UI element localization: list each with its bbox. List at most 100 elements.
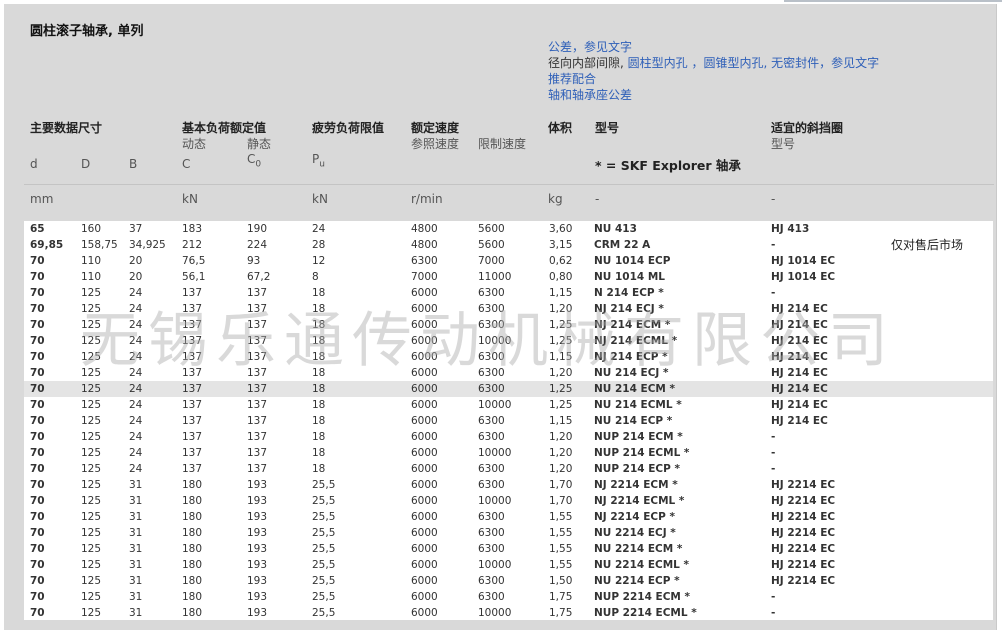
cell-ring: - [771,287,776,299]
cell-d: 70 [30,463,45,475]
cell-B: 24 [129,383,143,395]
cell-designation[interactable]: NU 2214 ECP * [594,573,680,589]
table-row[interactable]: 70 125 24 137 137 18 6000 6300 1,20 NUP 214 ECP *… [24,461,993,477]
table-row[interactable]: 65 160 37 183 190 24 4800 5600 3,60 NU 413 HJ 413 [24,221,993,237]
header-B: B [129,157,138,171]
cell-mass: 1,55 [549,527,573,539]
cell-note: 仅对售后市场 [891,238,964,252]
cell-D: 125 [81,319,102,331]
cell-d: 70 [30,383,45,395]
table-row[interactable]: 70 110 20 56,1 67,2 8 7000 11000 0,80 NU 1014 ML H… [24,269,993,285]
cell-mass: 0,62 [549,255,573,267]
cell-D: 125 [81,415,102,427]
table-row[interactable]: 70 125 24 137 137 18 6000 6300 1,25 NJ 214 ECM * H… [24,317,993,333]
cell-designation[interactable]: NU 2214 ECM * [594,541,682,557]
cell-designation[interactable]: NUP 214 ECP * [594,461,680,477]
cell-designation[interactable]: NUP 2214 ECM * [594,589,690,605]
cell-designation[interactable]: NU 1014 ML [594,269,665,285]
table-row[interactable]: 70 125 24 137 137 18 6000 6300 1,20 NUP 214 ECM *… [24,429,993,445]
tolerance-rest: ，参见文字 [572,40,633,54]
cell-designation[interactable]: NJ 2214 ECP * [594,509,675,525]
table-row[interactable]: 70 125 31 180 193 25,5 6000 10000 1,75 NUP 2214 E… [24,605,993,621]
tapered-bore-link[interactable]: 圆锥型内孔, 无密封件 [704,56,820,70]
cell-designation[interactable]: NJ 214 ECML * [594,333,677,349]
table-row[interactable]: 70 125 31 180 193 25,5 6000 10000 1,70 NJ 2214 EC… [24,493,993,509]
cell-Pu: 18 [312,319,326,331]
table-row[interactable]: 69,85 158,75 34,925 212 224 28 4800 5600 3,15 CRM… [24,237,993,253]
cell-B: 31 [129,527,143,539]
cell-D: 125 [81,351,102,363]
unit-mm: mm [30,192,54,206]
cell-D: 125 [81,559,102,571]
cell-D: 158,75 [81,239,118,251]
cell-designation[interactable]: NUP 214 ECML * [594,445,689,461]
cell-C: 137 [182,383,203,395]
recommended-fits-link[interactable]: 推荐配合 [548,72,596,86]
cell-designation[interactable]: NU 214 ECJ * [594,365,668,381]
cell-ring: HJ 2214 EC [771,543,836,555]
table-row[interactable]: 70 125 31 180 193 25,5 6000 6300 1,70 NJ 2214 ECM… [24,477,993,493]
table-row[interactable]: 70 125 31 180 193 25,5 6000 6300 1,50 NU 2214 ECP… [24,573,993,589]
table-row[interactable]: 70 125 24 137 137 18 6000 6300 1,15 N 214 ECP * - [24,285,993,301]
cell-designation[interactable]: N 214 ECP * [594,285,664,301]
cell-designation[interactable]: NU 214 ECP * [594,413,672,429]
cylindrical-bore-link[interactable]: 圆柱型内孔 [628,56,688,70]
cell-B: 24 [129,463,143,475]
table-row[interactable]: 70 125 24 137 137 18 6000 10000 1,25 NJ 214 ECML … [24,333,993,349]
cell-ring: HJ 413 [771,223,810,235]
cell-B: 31 [129,543,143,555]
cell-designation[interactable]: NJ 2214 ECML * [594,493,684,509]
table-row[interactable]: 70 125 31 180 193 25,5 6000 6300 1,55 NU 2214 ECM… [24,541,993,557]
cell-designation[interactable]: NJ 2214 ECM * [594,477,678,493]
cell-ref-speed: 6000 [411,447,438,459]
cell-designation[interactable]: NU 214 ECM * [594,381,675,397]
cell-C: 137 [182,399,203,411]
cell-D: 125 [81,287,102,299]
cell-mass: 1,75 [549,591,573,603]
cell-C0: 67,2 [247,271,271,283]
cell-ring: HJ 1014 EC [771,255,836,267]
cell-designation[interactable]: CRM 22 A [594,237,650,253]
cell-designation[interactable]: NU 413 [594,221,637,237]
cell-designation[interactable]: NJ 214 ECJ * [594,301,664,317]
cell-designation[interactable]: NU 2214 ECJ * [594,525,676,541]
cell-B: 24 [129,447,143,459]
table-row[interactable]: 70 125 31 180 193 25,5 6000 6300 1,55 NU 2214 ECJ… [24,525,993,541]
cell-d: 70 [30,591,45,603]
cell-C0: 193 [247,543,268,555]
table-row[interactable]: 70 125 31 180 193 25,5 6000 6300 1,75 NUP 2214 EC… [24,589,993,605]
clearance-rest: ，参见文字 [819,56,880,70]
table-row[interactable]: 70 125 24 137 137 18 6000 6300 1,20 NJ 214 ECJ * H… [24,301,993,317]
cell-limit-speed: 10000 [478,447,512,459]
cell-designation[interactable]: NUP 2214 ECML * [594,605,697,621]
cell-designation[interactable]: NU 214 ECML * [594,397,682,413]
cell-ref-speed: 6000 [411,591,438,603]
cell-ring: HJ 214 EC [771,303,828,315]
cell-D: 125 [81,527,102,539]
cell-D: 125 [81,383,102,395]
cell-designation[interactable]: NJ 214 ECP * [594,349,668,365]
cell-ref-speed: 6000 [411,335,438,347]
cell-designation[interactable]: NU 2214 ECML * [594,557,689,573]
table-row[interactable]: 70 125 24 137 137 18 6000 6300 1,15 NJ 214 ECP * H… [24,349,993,365]
cell-limit-speed: 6300 [478,415,505,427]
tolerance-link[interactable]: 公差 [548,40,572,54]
table-row[interactable]: 70 125 31 180 193 25,5 6000 10000 1,55 NU 2214 EC… [24,557,993,573]
cell-B: 31 [129,591,143,603]
cell-ring: HJ 214 EC [771,415,828,427]
table-row[interactable]: 70 125 24 137 137 18 6000 6300 1,25 NU 214 ECM * H… [24,381,993,397]
table-row[interactable]: 70 125 24 137 137 18 6000 10000 1,25 NU 214 ECML … [24,397,993,413]
page-title: 圆柱滚子轴承, 单列 [30,24,144,39]
cell-designation[interactable]: NUP 214 ECM * [594,429,683,445]
table-row[interactable]: 70 125 24 137 137 18 6000 6300 1,15 NU 214 ECP * H… [24,413,993,429]
cell-designation[interactable]: NU 1014 ECP [594,253,670,269]
unit-kn-fatigue: kN [312,192,328,206]
shaft-housing-tolerance-link[interactable]: 轴和轴承座公差 [548,88,632,102]
table-row[interactable]: 70 125 24 137 137 18 6000 6300 1,20 NU 214 ECJ * H… [24,365,993,381]
table-row[interactable]: 70 125 31 180 193 25,5 6000 6300 1,55 NJ 2214 ECP… [24,509,993,525]
cell-designation[interactable]: NJ 214 ECM * [594,317,670,333]
cell-B: 31 [129,575,143,587]
table-row[interactable]: 70 110 20 76,5 93 12 6300 7000 0,62 NU 1014 ECP HJ… [24,253,993,269]
cell-C: 180 [182,511,203,523]
table-row[interactable]: 70 125 24 137 137 18 6000 10000 1,20 NUP 214 ECML… [24,445,993,461]
